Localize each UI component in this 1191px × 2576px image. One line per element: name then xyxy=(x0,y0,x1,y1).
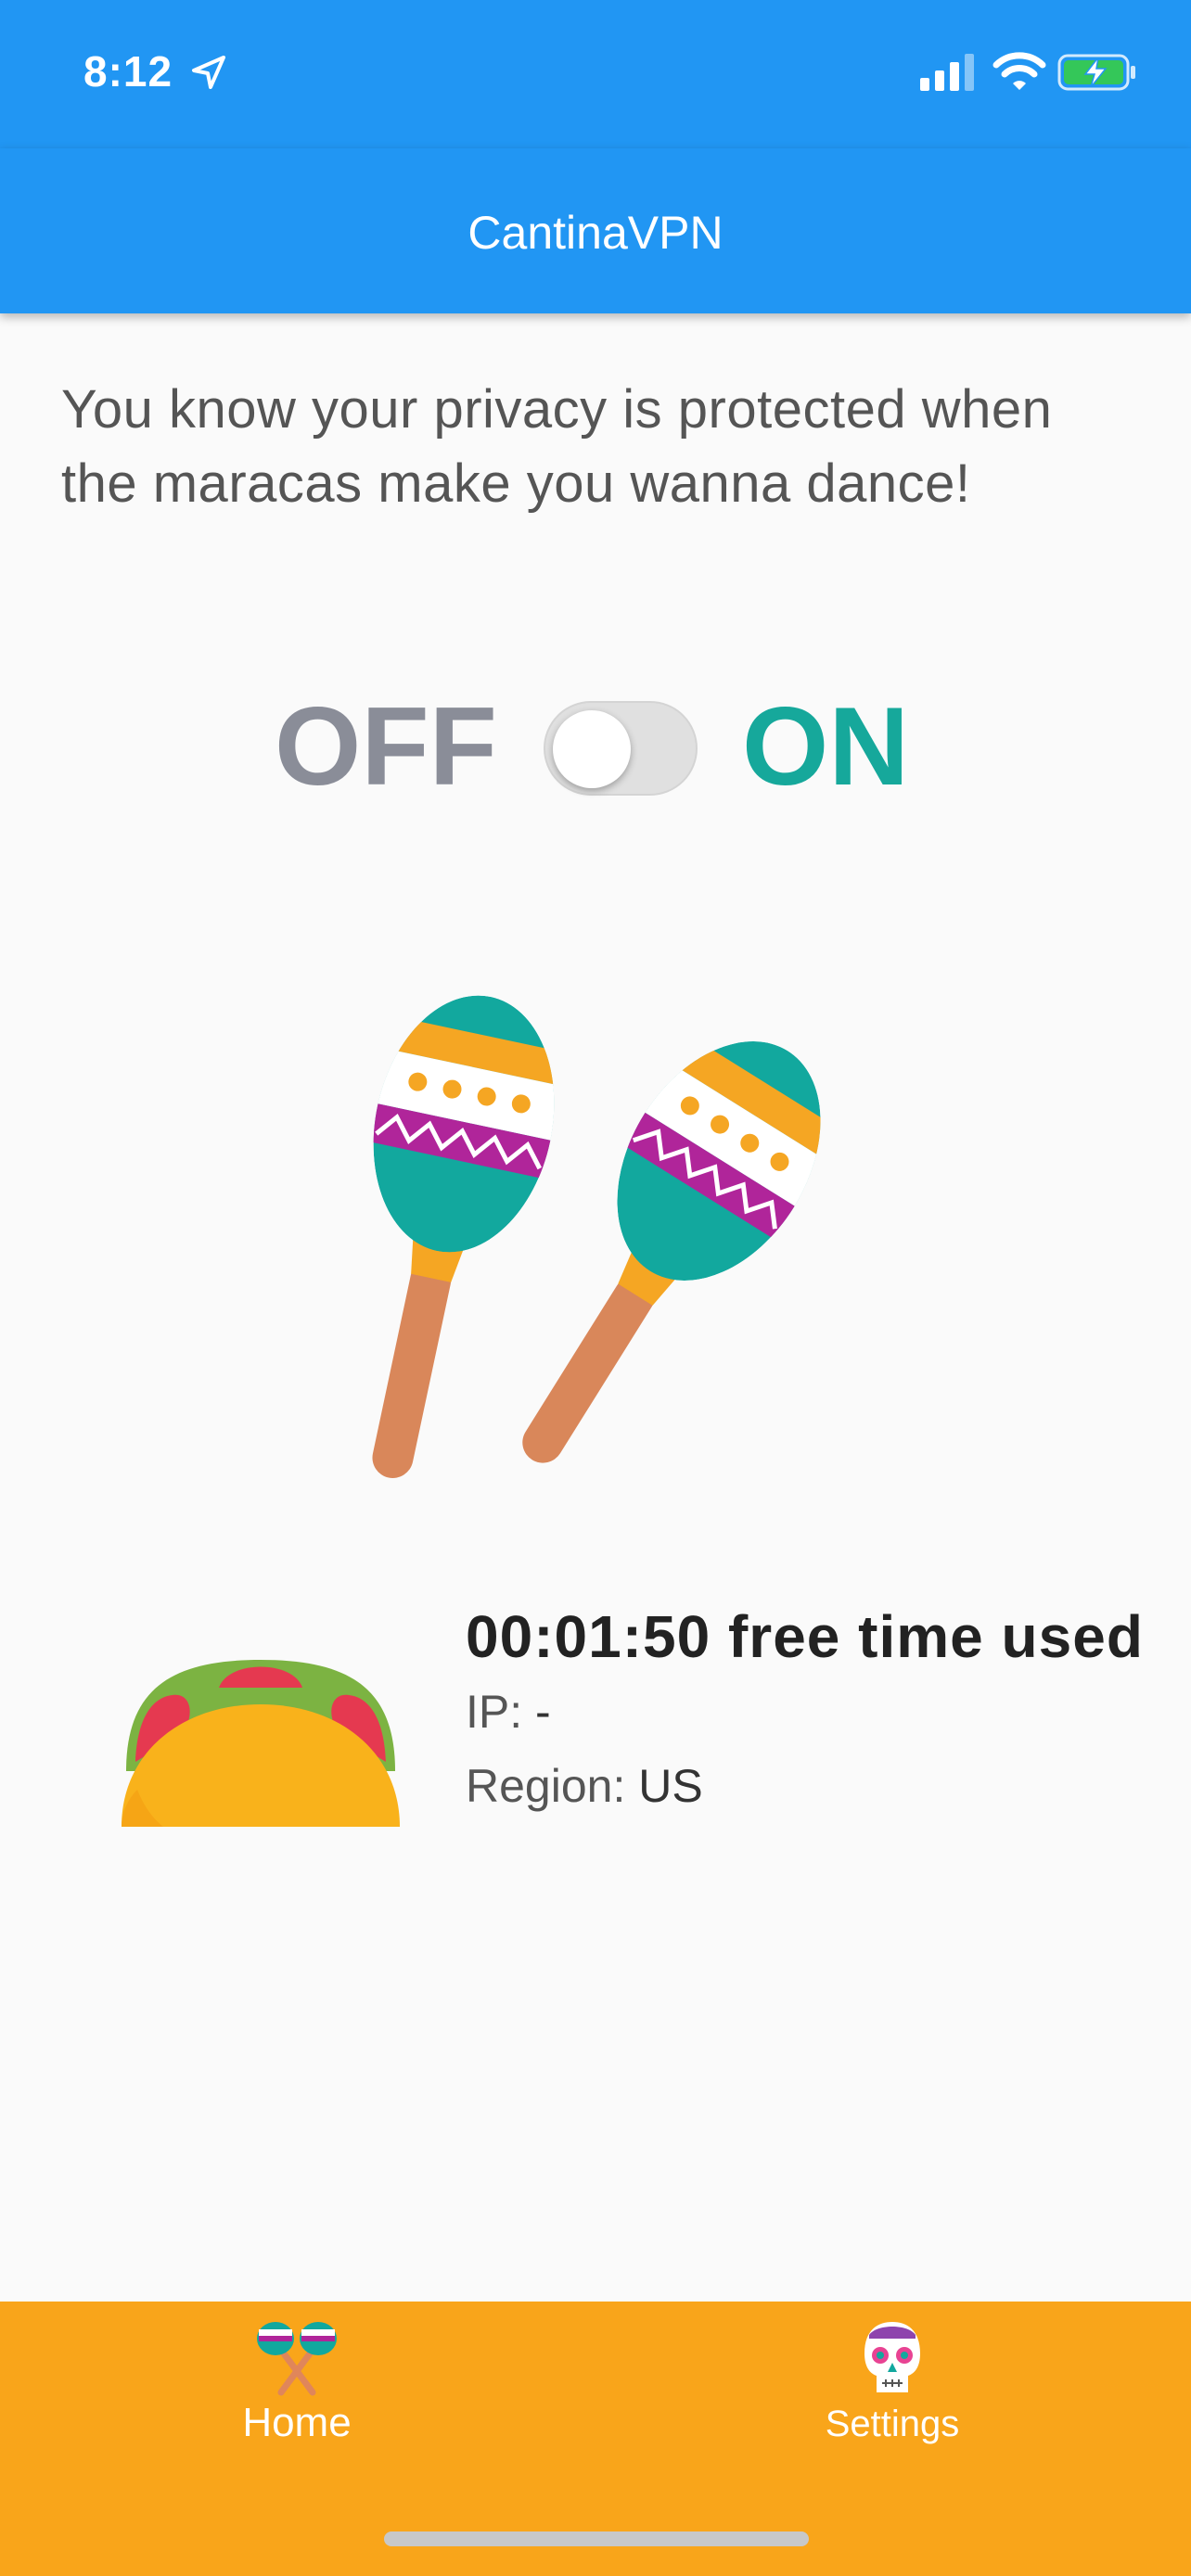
maracas-illustration xyxy=(371,995,846,1478)
region-label: Region: xyxy=(466,1760,626,1812)
region-row: Region: US xyxy=(466,1750,1152,1822)
status-time: 8:12 xyxy=(83,47,173,96)
ip-value: - xyxy=(535,1686,551,1738)
battery-charging-icon xyxy=(1057,54,1135,91)
nav-home-label: Home xyxy=(242,2400,352,2445)
region-value: US xyxy=(638,1760,703,1812)
switch-thumb xyxy=(553,710,631,788)
nav-settings[interactable]: Settings xyxy=(753,2318,1031,2445)
sugar-skull-icon xyxy=(864,2322,920,2392)
vpn-toggle-switch[interactable] xyxy=(544,701,698,796)
vpn-toggle-row: OFF ON xyxy=(0,686,1191,807)
tagline: You know your privacy is protected when … xyxy=(61,379,1053,514)
maracas-icon xyxy=(257,2322,337,2396)
nav-settings-label: Settings xyxy=(825,2404,960,2444)
status-bar: 8:12 xyxy=(0,0,1191,148)
cellular-signal-icon xyxy=(920,54,974,91)
off-label: OFF xyxy=(275,684,497,809)
app-bar: CantinaVPN xyxy=(0,148,1191,313)
nav-home[interactable]: Home xyxy=(158,2318,436,2446)
location-arrow-icon xyxy=(192,56,225,89)
connection-info: 00:01:50 free time used IP: - Region: US xyxy=(466,1600,1152,1822)
on-label: ON xyxy=(742,684,909,809)
taco-illustration xyxy=(122,1660,400,1827)
home-indicator[interactable] xyxy=(384,2531,809,2546)
ip-label: IP: xyxy=(466,1686,523,1738)
wifi-icon xyxy=(992,52,1046,90)
free-time-used: 00:01:50 free time used xyxy=(466,1603,1144,1670)
ip-row: IP: - xyxy=(466,1676,1152,1748)
app-title: CantinaVPN xyxy=(467,207,724,259)
